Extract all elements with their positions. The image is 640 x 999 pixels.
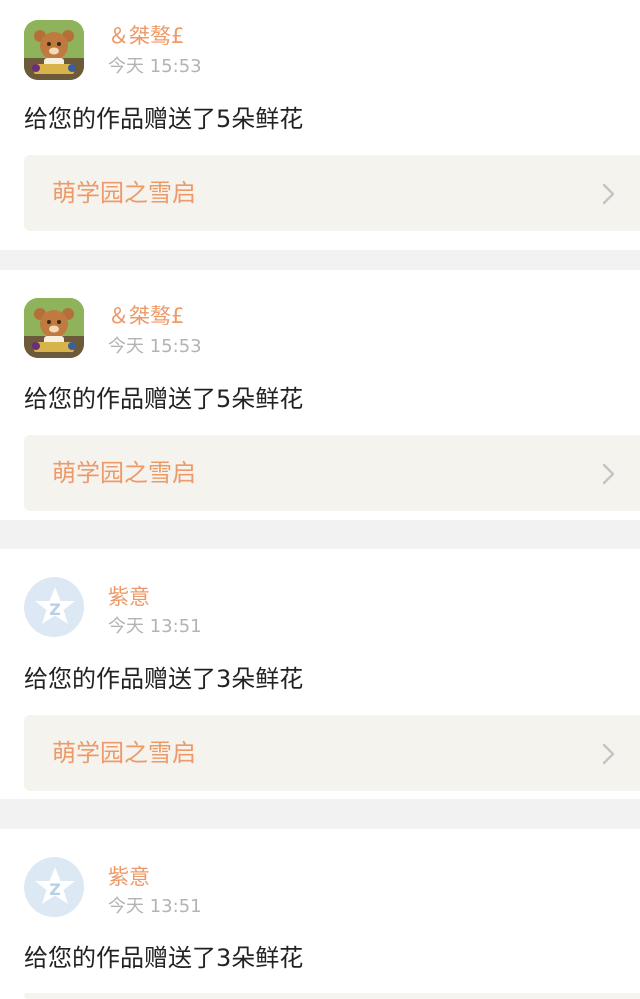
chevron-right-icon (602, 183, 615, 205)
bear-avatar-icon (24, 20, 84, 80)
user-avatar[interactable]: Z (24, 857, 84, 917)
notification-card: ＆桀骜£ 今天 15:53 给您的作品赠送了5朵鲜花 萌学园之雪启 (0, 0, 640, 250)
work-link[interactable]: 萌学园之雪启 (24, 715, 640, 791)
gift-message: 给您的作品赠送了3朵鲜花 (24, 665, 304, 693)
default-z-avatar-icon: Z (24, 857, 84, 917)
svg-text:Z: Z (49, 880, 61, 899)
work-link[interactable] (24, 993, 640, 999)
user-avatar[interactable] (24, 20, 84, 80)
user-avatar[interactable] (24, 298, 84, 358)
timestamp: 今天 15:53 (108, 56, 202, 77)
chevron-right-icon (602, 743, 615, 765)
timestamp: 今天 15:53 (108, 336, 202, 357)
work-title: 萌学园之雪启 (52, 739, 196, 767)
timestamp: 今天 13:51 (108, 616, 202, 637)
user-avatar[interactable]: Z (24, 577, 84, 637)
gift-message: 给您的作品赠送了3朵鲜花 (24, 944, 304, 972)
work-title: 萌学园之雪启 (52, 459, 196, 487)
notification-feed: ＆桀骜£ 今天 15:53 给您的作品赠送了5朵鲜花 萌学园之雪启 ＆桀骜£ 今… (0, 0, 640, 999)
gift-message: 给您的作品赠送了5朵鲜花 (24, 385, 304, 413)
username[interactable]: ＆桀骜£ (108, 302, 184, 330)
work-title: 萌学园之雪启 (52, 179, 196, 207)
chevron-right-icon (602, 463, 615, 485)
default-z-avatar-icon: Z (24, 577, 84, 637)
svg-text:Z: Z (49, 600, 61, 619)
username[interactable]: 紫意 (108, 583, 150, 611)
notification-card: Z 紫意 今天 13:51 给您的作品赠送了3朵鲜花 (0, 829, 640, 999)
timestamp: 今天 13:51 (108, 896, 202, 917)
work-link[interactable]: 萌学园之雪启 (24, 435, 640, 511)
notification-card: Z 紫意 今天 13:51 给您的作品赠送了3朵鲜花 萌学园之雪启 (0, 549, 640, 799)
username[interactable]: 紫意 (108, 863, 150, 891)
username[interactable]: ＆桀骜£ (108, 22, 184, 50)
gift-message: 给您的作品赠送了5朵鲜花 (24, 105, 304, 133)
bear-avatar-icon (24, 298, 84, 358)
notification-card: ＆桀骜£ 今天 15:53 给您的作品赠送了5朵鲜花 萌学园之雪启 (0, 270, 640, 520)
work-link[interactable]: 萌学园之雪启 (24, 155, 640, 231)
